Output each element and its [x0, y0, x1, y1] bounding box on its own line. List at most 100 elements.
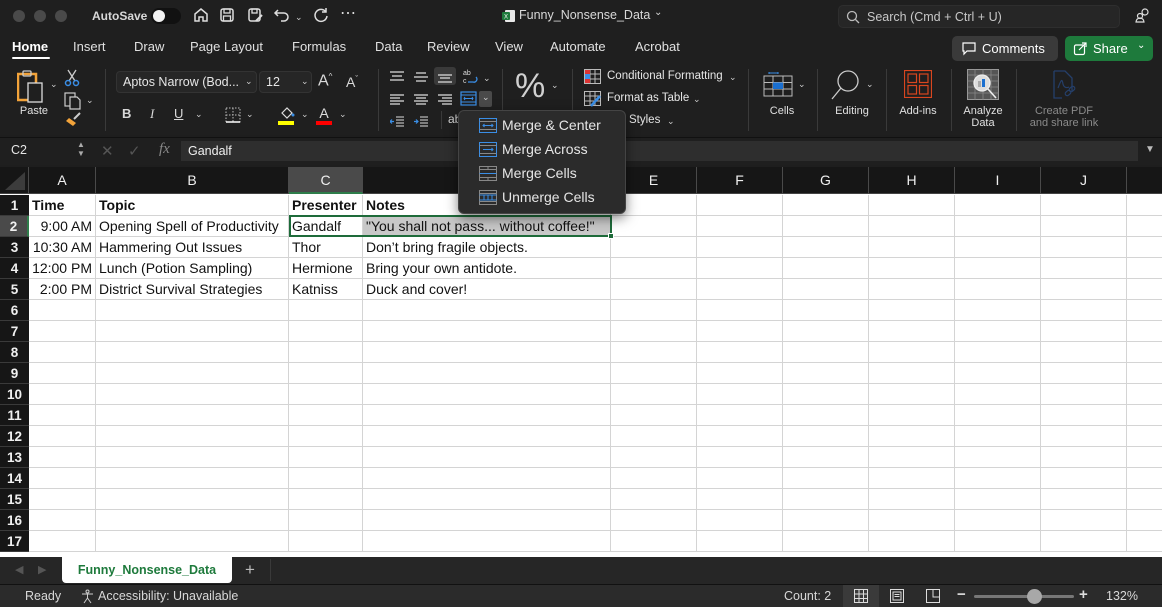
cell-j4[interactable] — [1041, 258, 1127, 279]
row-header-16[interactable]: 16 — [0, 510, 29, 531]
cell-k12[interactable] — [1127, 426, 1162, 447]
cell-f15[interactable] — [697, 489, 783, 510]
cell-f16[interactable] — [697, 510, 783, 531]
cell-k9[interactable] — [1127, 363, 1162, 384]
column-header-c[interactable]: C — [289, 167, 363, 194]
cell-g16[interactable] — [783, 510, 869, 531]
save-as-icon[interactable] — [245, 6, 265, 26]
cell-g7[interactable] — [783, 321, 869, 342]
increase-indent-icon[interactable] — [414, 115, 428, 127]
cell-b9[interactable] — [96, 363, 289, 384]
cell-k7[interactable] — [1127, 321, 1162, 342]
cell-d17[interactable] — [363, 531, 611, 552]
home-icon[interactable] — [191, 6, 211, 26]
cell-c2[interactable]: Gandalf — [289, 216, 363, 237]
cell-h16[interactable] — [869, 510, 955, 531]
cell-c4[interactable]: Hermione — [289, 258, 363, 279]
cell-h17[interactable] — [869, 531, 955, 552]
row-header-2[interactable]: 2 — [0, 216, 29, 237]
previous-sheet-icon[interactable]: ◀ — [15, 563, 23, 576]
cell-k2[interactable] — [1127, 216, 1162, 237]
cell-c3[interactable]: Thor — [289, 237, 363, 258]
merge-center-icon[interactable] — [460, 91, 477, 106]
cell-k16[interactable] — [1127, 510, 1162, 531]
redo-icon[interactable] — [311, 6, 331, 26]
format-as-table-button[interactable]: Format as Table — [607, 92, 689, 104]
align-top-icon[interactable] — [390, 70, 404, 82]
cell-d8[interactable] — [363, 342, 611, 363]
cell-d6[interactable] — [363, 300, 611, 321]
page-layout-view-icon[interactable] — [890, 589, 904, 603]
cell-i9[interactable] — [955, 363, 1041, 384]
cell-j16[interactable] — [1041, 510, 1127, 531]
cell-j8[interactable] — [1041, 342, 1127, 363]
tab-review[interactable]: Review — [427, 39, 470, 54]
cell-e13[interactable] — [611, 447, 697, 468]
more-icon[interactable]: ⋯ — [338, 4, 358, 24]
minimize-window-button[interactable] — [34, 10, 46, 22]
paste-icon[interactable] — [16, 70, 47, 104]
cell-e6[interactable] — [611, 300, 697, 321]
cell-j11[interactable] — [1041, 405, 1127, 426]
row-header-13[interactable]: 13 — [0, 447, 29, 468]
cell-g5[interactable] — [783, 279, 869, 300]
row-header-17[interactable]: 17 — [0, 531, 29, 552]
share-button[interactable]: Share ⌄ — [1065, 36, 1153, 61]
cancel-formula-icon[interactable]: ✕ — [101, 142, 114, 160]
cell-f4[interactable] — [697, 258, 783, 279]
cell-e9[interactable] — [611, 363, 697, 384]
addins-icon[interactable] — [903, 69, 933, 99]
cell-f9[interactable] — [697, 363, 783, 384]
cell-f6[interactable] — [697, 300, 783, 321]
column-header-b[interactable]: B — [96, 167, 289, 194]
cell-a14[interactable] — [29, 468, 96, 489]
font-color-dropdown-icon[interactable]: ⌄ — [339, 109, 347, 120]
undo-icon[interactable] — [272, 6, 292, 26]
cell-c14[interactable] — [289, 468, 363, 489]
cell-c6[interactable] — [289, 300, 363, 321]
close-window-button[interactable] — [13, 10, 25, 22]
font-size-dropdown[interactable]: 12 ⌄ — [259, 71, 312, 93]
cell-b17[interactable] — [96, 531, 289, 552]
decrease-font-size-icon[interactable]: Aˇ — [346, 74, 358, 90]
cell-c10[interactable] — [289, 384, 363, 405]
align-left-icon[interactable] — [390, 93, 404, 105]
cell-e5[interactable] — [611, 279, 697, 300]
editing-dropdown-icon[interactable]: ⌄ — [866, 79, 874, 90]
undo-dropdown-icon[interactable]: ⌄ — [295, 12, 303, 23]
cell-i7[interactable] — [955, 321, 1041, 342]
tab-view[interactable]: View — [495, 39, 523, 54]
cell-a15[interactable] — [29, 489, 96, 510]
cell-d7[interactable] — [363, 321, 611, 342]
paste-label[interactable]: Paste — [17, 105, 51, 117]
align-middle-icon[interactable] — [414, 70, 428, 82]
name-box[interactable]: C2 ▲ ▼ — [0, 138, 90, 164]
cell-g11[interactable] — [783, 405, 869, 426]
underline-icon[interactable]: U — [174, 106, 183, 121]
cell-h9[interactable] — [869, 363, 955, 384]
column-header-extra[interactable] — [1127, 167, 1162, 194]
conditional-formatting-button[interactable]: Conditional Formatting — [607, 70, 723, 82]
cell-b7[interactable] — [96, 321, 289, 342]
number-format-dropdown-icon[interactable]: ⌄ — [551, 80, 559, 91]
cell-c17[interactable] — [289, 531, 363, 552]
cell-i17[interactable] — [955, 531, 1041, 552]
menu-item-merge-across[interactable]: Merge Across — [459, 138, 625, 162]
paste-dropdown-icon[interactable]: ⌄ — [50, 79, 58, 90]
copy-dropdown-icon[interactable]: ⌄ — [86, 95, 94, 106]
cell-j17[interactable] — [1041, 531, 1127, 552]
cell-j12[interactable] — [1041, 426, 1127, 447]
cell-i14[interactable] — [955, 468, 1041, 489]
cell-i12[interactable] — [955, 426, 1041, 447]
cell-i15[interactable] — [955, 489, 1041, 510]
cell-f11[interactable] — [697, 405, 783, 426]
cell-h6[interactable] — [869, 300, 955, 321]
align-bottom-icon[interactable] — [434, 67, 456, 85]
expand-formula-bar-icon[interactable]: ▼ — [1145, 144, 1155, 155]
create-pdf-label[interactable]: Create PDF and share link — [1022, 105, 1106, 129]
cell-d4[interactable]: Bring your own antidote. — [363, 258, 611, 279]
menu-item-unmerge-cells[interactable]: Unmerge Cells — [459, 186, 625, 210]
cell-k8[interactable] — [1127, 342, 1162, 363]
cell-f2[interactable] — [697, 216, 783, 237]
tab-home[interactable]: Home — [12, 39, 48, 54]
